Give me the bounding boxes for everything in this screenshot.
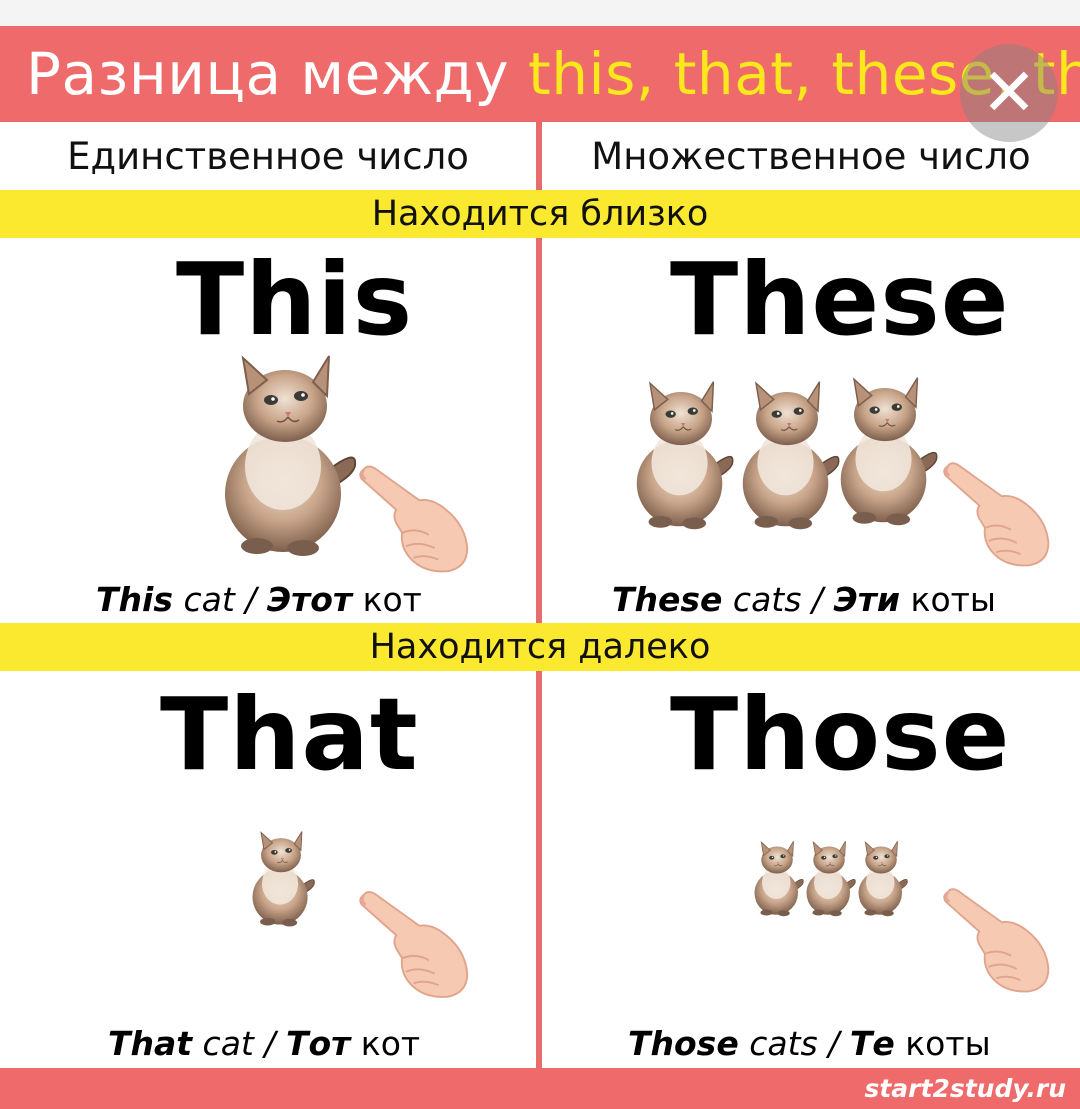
caption-separator: / [264, 1024, 276, 1063]
word-these: These [670, 241, 1010, 358]
caption-separator: / [828, 1024, 840, 1063]
word-that: That [160, 676, 419, 793]
cat-icon [243, 826, 319, 930]
caption-en-bold: This [96, 580, 173, 619]
caption-en-rest: cat [202, 1024, 254, 1063]
caption-ru-rest: коты [910, 580, 996, 619]
pointing-hand-icon [942, 878, 1054, 1000]
title-bar: Разница между this, that, these, those [0, 26, 1080, 122]
page-title: Разница между this, that, these, those [26, 38, 1080, 110]
cat-icon [799, 826, 859, 930]
footer-bar: start2study.ru [0, 1068, 1080, 1109]
caption-that: That cat / Тот кот [108, 1023, 420, 1065]
caption-these: These cats / Эти коты [612, 579, 996, 621]
caption-ru-rest: кот [362, 580, 422, 619]
title-prefix: Разница между [26, 40, 510, 108]
caption-separator: / [245, 580, 257, 619]
caption-ru-bold: Эти [833, 580, 901, 619]
caption-en-rest: cat [183, 580, 235, 619]
close-icon: ✕ [981, 54, 1037, 131]
caption-en-bold: These [612, 580, 723, 619]
cat-icon [205, 350, 365, 558]
close-button[interactable]: ✕ [960, 44, 1058, 142]
caption-ru-bold: Те [849, 1024, 895, 1063]
band-far: Находится далеко [0, 623, 1080, 671]
pointing-hand-icon [358, 455, 473, 580]
caption-en-bold: Those [628, 1024, 739, 1063]
site-link[interactable]: start2study.ru [864, 1068, 1066, 1109]
band-near: Находится близко [0, 190, 1080, 238]
cat-icon [747, 826, 807, 930]
pointing-hand-icon [942, 452, 1054, 574]
top-border [0, 0, 1080, 26]
caption-en-rest: cats [732, 580, 802, 619]
cat-icon [826, 346, 944, 554]
caption-this: This cat / Этот кот [96, 579, 422, 621]
caption-ru-rest: коты [905, 1024, 991, 1063]
cat-icon [851, 826, 911, 930]
column-divider [536, 122, 542, 1068]
caption-ru-bold: Тот [285, 1024, 351, 1063]
caption-en-rest: cats [749, 1024, 818, 1063]
column-header-singular: Единственное число [67, 135, 469, 178]
caption-separator: / [811, 580, 824, 619]
pointing-hand-icon [358, 880, 473, 1006]
cat-icon [622, 350, 740, 558]
caption-those: Those cats / Те коты [628, 1023, 991, 1065]
word-this: This [176, 241, 414, 358]
word-those: Those [670, 676, 1011, 793]
caption-ru-rest: кот [360, 1024, 421, 1063]
caption-ru-bold: Этот [266, 580, 353, 619]
caption-en-bold: That [108, 1024, 193, 1063]
